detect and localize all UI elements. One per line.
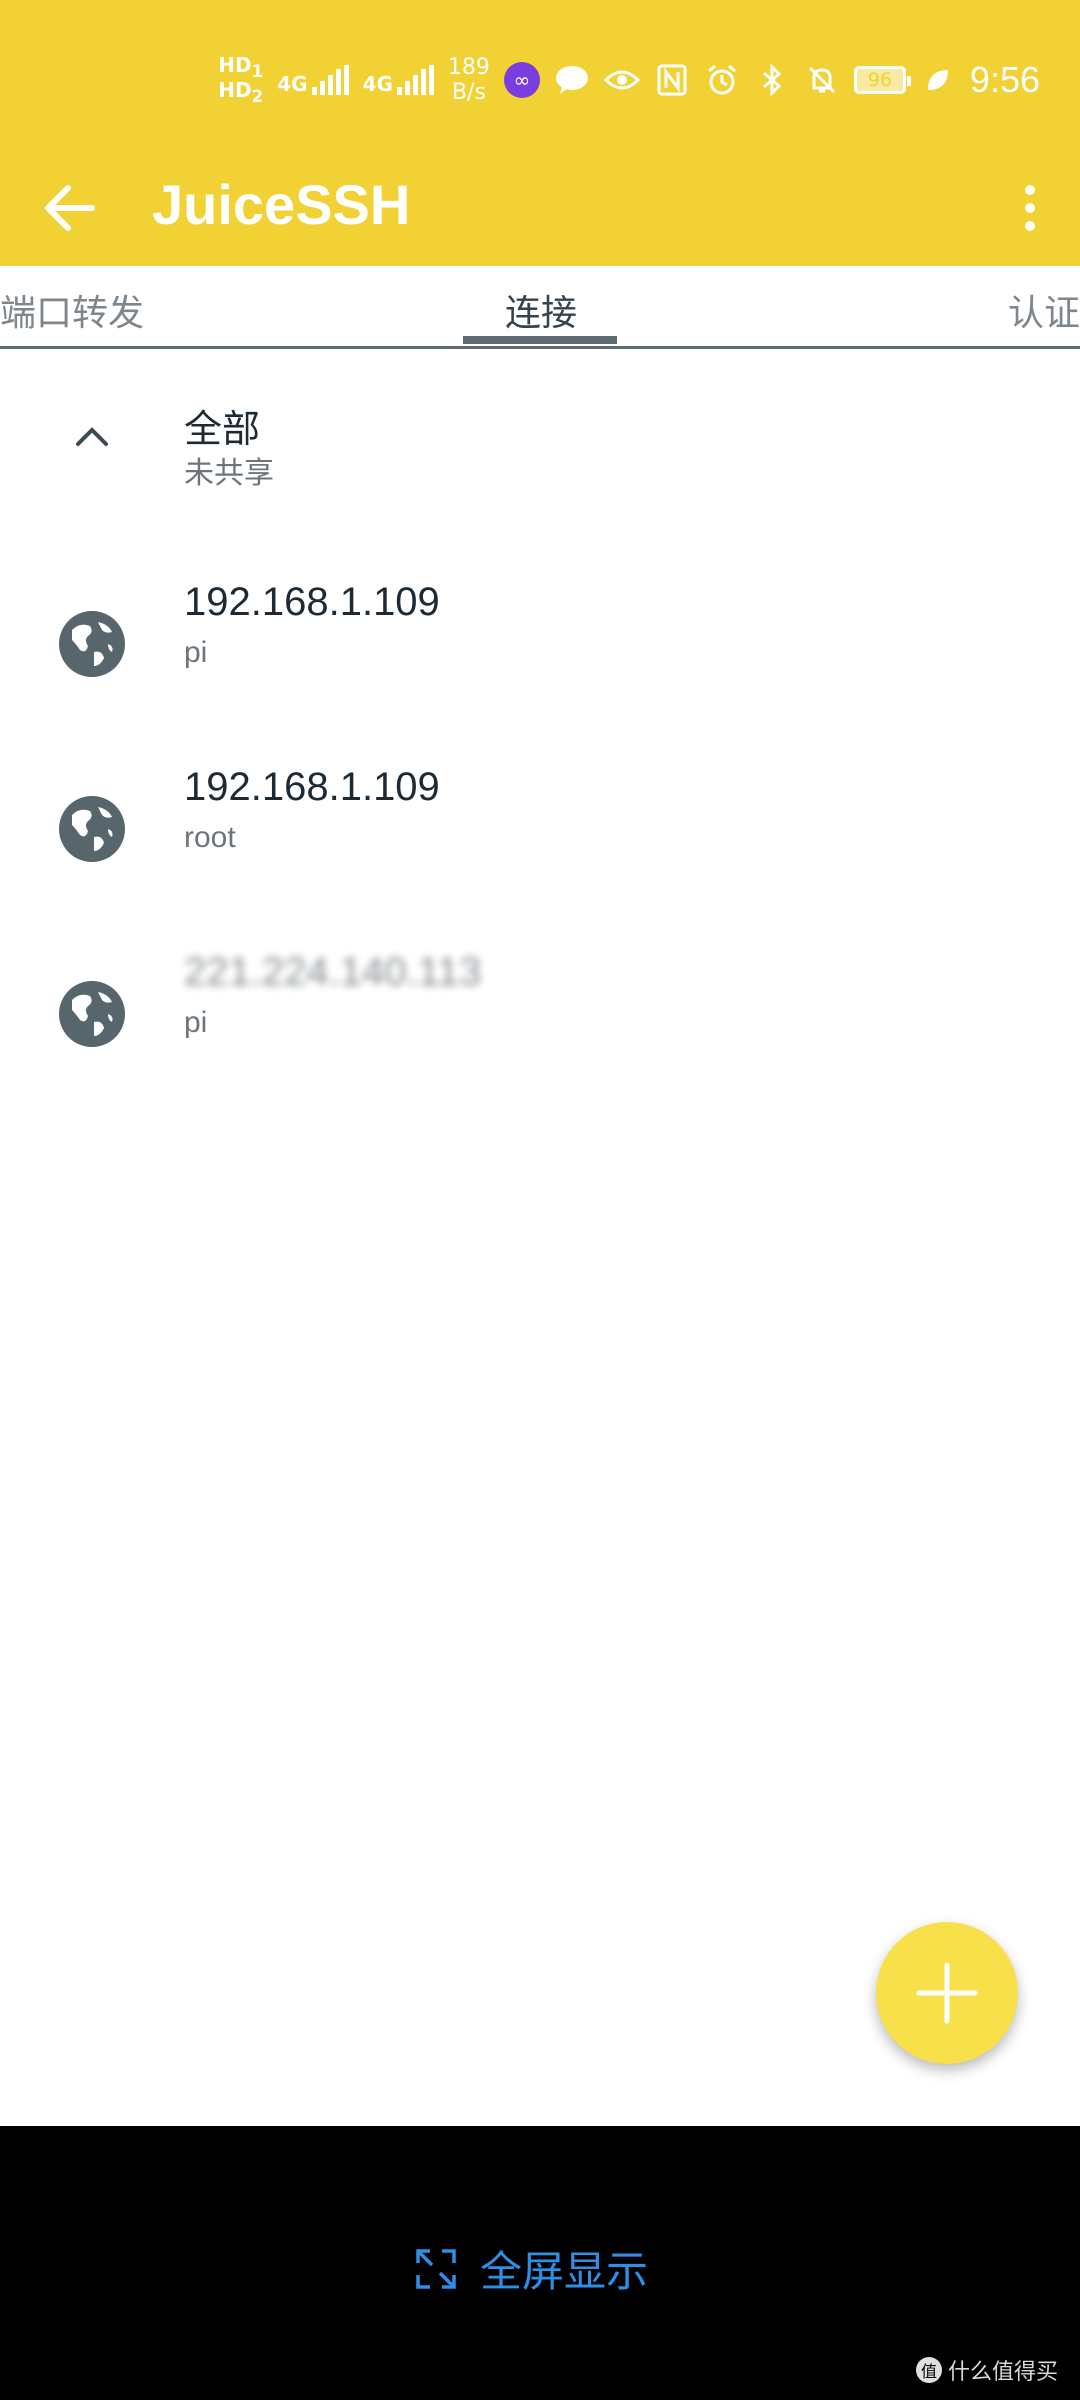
signal-bars-2-icon bbox=[396, 65, 434, 95]
nfc-icon bbox=[654, 62, 690, 98]
signal-2: 4G bbox=[363, 65, 434, 95]
hd2-label: HD bbox=[218, 78, 252, 102]
leaf-icon bbox=[920, 62, 956, 98]
signal-1: 4G bbox=[277, 65, 349, 96]
connection-user: root bbox=[184, 821, 236, 854]
watermark-logo-icon: 值 bbox=[915, 2357, 942, 2383]
list-item[interactable]: 192.168.1.109 root bbox=[0, 765, 1080, 915]
globe-icon bbox=[58, 795, 126, 863]
hd1-sub: 1 bbox=[251, 61, 264, 81]
chevron-up-icon[interactable] bbox=[70, 420, 114, 450]
hd2-sub: 2 bbox=[251, 87, 264, 106]
watermark: 值 什么值得买 bbox=[915, 2354, 1058, 2386]
fullscreen-button[interactable]: 全屏显示 bbox=[414, 2238, 648, 2299]
clock: 9:56 bbox=[969, 59, 1040, 100]
tab-identities[interactable]: 认证 bbox=[1008, 284, 1080, 336]
connection-user: pi bbox=[184, 636, 208, 669]
connection-host: 221.224.140.113 bbox=[184, 950, 482, 994]
watermark-text: 什么值得买 bbox=[947, 2360, 1058, 2385]
alarm-icon bbox=[704, 62, 740, 98]
status-bar: HD1 HD2 4G 4G 189 B/s ∞ 96 9:56 bbox=[218, 40, 1040, 120]
back-arrow-icon[interactable] bbox=[40, 180, 100, 236]
network-speed: 189 B/s bbox=[448, 55, 490, 106]
globe-icon bbox=[58, 980, 126, 1048]
connection-host: 192.168.1.109 bbox=[184, 580, 440, 624]
group-title: 全部 bbox=[184, 407, 261, 451]
list-item[interactable]: 221.224.140.113 pi bbox=[0, 950, 1080, 1100]
hd1-label: HD bbox=[218, 52, 252, 77]
signal-bars-1-icon bbox=[311, 65, 349, 95]
speed-unit: B/s bbox=[451, 80, 486, 105]
network-type-2: 4G bbox=[362, 72, 393, 96]
tab-bar: 端口转发 连接 认证 bbox=[0, 266, 1080, 349]
group-header[interactable]: 全部 未共享 bbox=[0, 380, 1080, 500]
eye-icon bbox=[603, 62, 640, 98]
tab-connections[interactable]: 连接 bbox=[505, 284, 577, 336]
fullscreen-icon bbox=[416, 2248, 456, 2289]
tab-port-forward[interactable]: 端口转发 bbox=[0, 284, 144, 336]
network-type-1: 4G bbox=[277, 72, 308, 96]
app-notification-icon: ∞ bbox=[503, 62, 540, 98]
globe-icon bbox=[58, 610, 126, 678]
app-bar: JuiceSSH bbox=[0, 150, 1080, 266]
fullscreen-label: 全屏显示 bbox=[480, 2247, 649, 2296]
bluetooth-icon bbox=[754, 62, 790, 98]
bell-muted-icon bbox=[804, 62, 840, 98]
speed-value: 189 bbox=[447, 54, 490, 80]
connection-user: pi bbox=[184, 1006, 208, 1039]
connection-host: 192.168.1.109 bbox=[184, 765, 440, 809]
message-bubble-icon bbox=[554, 62, 590, 98]
add-connection-button[interactable] bbox=[876, 1922, 1018, 2064]
top-bar: HD1 HD2 4G 4G 189 B/s ∞ 96 9:56 JuiceSSH bbox=[0, 0, 1080, 266]
battery-icon: 96 bbox=[853, 66, 911, 94]
tab-indicator bbox=[463, 336, 617, 344]
bottom-bar: 全屏显示 值 什么值得买 bbox=[0, 2126, 1080, 2400]
battery-level: 96 bbox=[867, 69, 893, 91]
plus-icon bbox=[916, 1962, 978, 2024]
hd-indicators: HD1 HD2 bbox=[218, 52, 264, 106]
app-title: JuiceSSH bbox=[152, 173, 411, 236]
overflow-menu-icon[interactable] bbox=[1010, 170, 1050, 246]
list-item[interactable]: 192.168.1.109 pi bbox=[0, 580, 1080, 730]
group-subtitle: 未共享 bbox=[184, 456, 274, 491]
